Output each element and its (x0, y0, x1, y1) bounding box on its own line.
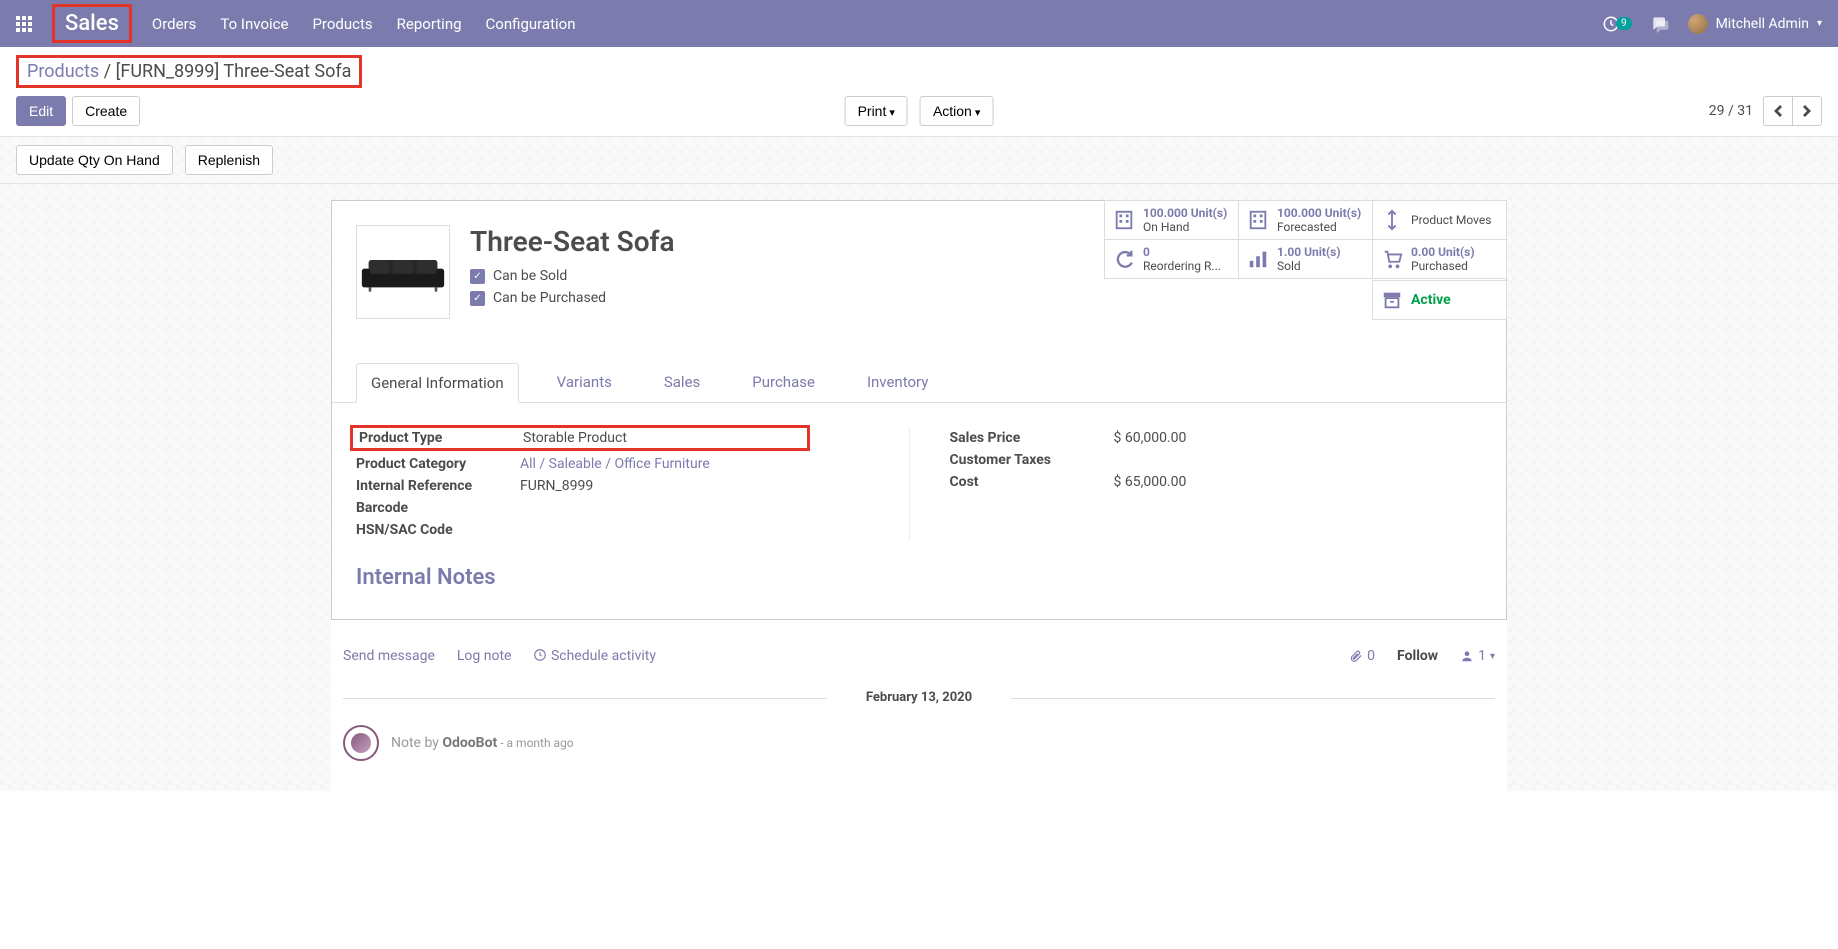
user-menu[interactable]: Mitchell Admin ▾ (1688, 14, 1822, 34)
tab-purchase[interactable]: Purchase (738, 363, 829, 402)
schedule-activity-button[interactable]: Schedule activity (533, 648, 656, 664)
message-item: Note by OdooBot - a month ago (343, 715, 1495, 771)
date-separator: February 13, 2020 (343, 690, 1495, 705)
paperclip-icon (1349, 649, 1363, 663)
nav-configuration[interactable]: Configuration (486, 15, 576, 33)
stat-product-moves[interactable]: Product Moves (1372, 200, 1507, 240)
stat-purchased[interactable]: 0.00 Unit(s)Purchased (1372, 239, 1507, 279)
general-info-page: Product Type Storable Product Product Ca… (332, 403, 1506, 565)
category-link[interactable]: All / Saleable / Office Furniture (520, 456, 710, 472)
sofa-icon (360, 248, 446, 296)
building-icon (1247, 209, 1269, 231)
product-image[interactable] (356, 225, 450, 319)
tab-general-information[interactable]: General Information (356, 363, 519, 403)
can-be-sold-field: ✓ Can be Sold (470, 268, 675, 284)
sales-price-field: Sales Price $ 60,000.00 (950, 427, 1483, 449)
product-name: Three-Seat Sofa (470, 225, 675, 258)
action-dropdown[interactable]: Action (920, 96, 994, 126)
hsn-field: HSN/SAC Code (356, 519, 889, 541)
product-category-field: Product Category All / Saleable / Office… (356, 453, 889, 475)
breadcrumb: Products / [FURN_8999] Three-Seat Sofa (16, 55, 362, 88)
stat-active-toggle[interactable]: Active (1372, 280, 1507, 320)
stat-sold[interactable]: 1.00 Unit(s)Sold (1238, 239, 1373, 279)
pager: 29 / 31 (1709, 96, 1822, 126)
cart-icon (1381, 248, 1403, 270)
caret-down-icon: ▾ (1490, 651, 1495, 662)
pager-text: 29 / 31 (1709, 103, 1753, 119)
send-message-button[interactable]: Send message (343, 648, 435, 664)
top-navbar: Sales Orders To Invoice Products Reporti… (0, 0, 1838, 47)
nav-menu: Orders To Invoice Products Reporting Con… (152, 15, 576, 33)
notebook-tabs: General Information Variants Sales Purch… (332, 363, 1506, 403)
customer-taxes-field: Customer Taxes (950, 449, 1483, 471)
barcode-field: Barcode (356, 497, 889, 519)
stat-forecasted[interactable]: 100.000 Unit(s)Forecasted (1238, 200, 1373, 240)
breadcrumb-current: [FURN_8999] Three-Seat Sofa (116, 61, 352, 82)
nav-reporting[interactable]: Reporting (397, 15, 462, 33)
tab-inventory[interactable]: Inventory (853, 363, 942, 402)
form-sheet: 100.000 Unit(s)On Hand 100.000 Unit(s)Fo… (331, 200, 1507, 620)
sheet-background: 100.000 Unit(s)On Hand 100.000 Unit(s)Fo… (0, 184, 1838, 791)
replenish-button[interactable]: Replenish (185, 145, 273, 175)
caret-down-icon: ▾ (1817, 18, 1822, 29)
note-author[interactable]: OdooBot (442, 735, 497, 751)
follow-button[interactable]: Follow (1397, 648, 1438, 664)
control-panel: Products / [FURN_8999] Three-Seat Sofa E… (0, 47, 1838, 137)
can-be-purchased-field: ✓ Can be Purchased (470, 290, 675, 306)
internal-reference-field: Internal Reference FURN_8999 (356, 475, 889, 497)
create-button[interactable]: Create (72, 96, 140, 126)
user-icon (1460, 649, 1474, 663)
cost-field: Cost $ 65,000.00 (950, 471, 1483, 493)
chatter: Send message Log note Schedule activity … (331, 620, 1507, 791)
checkbox-checked-icon[interactable]: ✓ (470, 269, 485, 284)
update-qty-button[interactable]: Update Qty On Hand (16, 145, 173, 175)
bot-avatar-icon (343, 725, 379, 761)
apps-launcher-icon[interactable] (16, 16, 32, 32)
tab-variants[interactable]: Variants (543, 363, 626, 402)
refresh-icon (1113, 248, 1135, 270)
product-type-field: Product Type Storable Product (350, 425, 810, 451)
log-note-button[interactable]: Log note (457, 648, 512, 664)
attachments-count[interactable]: 0 (1349, 648, 1375, 664)
building-icon (1113, 209, 1135, 231)
app-brand[interactable]: Sales (52, 4, 132, 43)
edit-button[interactable]: Edit (16, 96, 66, 126)
clock-icon (533, 648, 547, 662)
sync-count-badge: 9 (1616, 17, 1632, 30)
checkbox-checked-icon[interactable]: ✓ (470, 291, 485, 306)
tab-sales[interactable]: Sales (650, 363, 714, 402)
exchange-icon (1381, 209, 1403, 231)
followers-dropdown[interactable]: 1 ▾ (1460, 648, 1495, 664)
stat-button-box: 100.000 Unit(s)On Hand 100.000 Unit(s)Fo… (1087, 200, 1507, 278)
status-button-row: Update Qty On Hand Replenish (0, 137, 1838, 184)
nav-orders[interactable]: Orders (152, 15, 197, 33)
nav-to-invoice[interactable]: To Invoice (220, 15, 288, 33)
stat-reordering[interactable]: 0Reordering R... (1104, 239, 1239, 279)
stat-on-hand[interactable]: 100.000 Unit(s)On Hand (1104, 200, 1239, 240)
user-avatar-icon (1688, 14, 1708, 34)
conversations-icon[interactable] (1650, 14, 1670, 34)
pager-next-button[interactable] (1792, 96, 1822, 126)
user-name: Mitchell Admin (1716, 16, 1809, 32)
archive-icon (1381, 289, 1403, 311)
pager-prev-button[interactable] (1763, 96, 1793, 126)
sync-indicator[interactable]: 9 (1602, 15, 1632, 33)
breadcrumb-parent[interactable]: Products (27, 61, 99, 82)
print-dropdown[interactable]: Print (845, 96, 908, 126)
bar-chart-icon (1247, 248, 1269, 270)
internal-notes-heading: Internal Notes (332, 565, 1506, 614)
nav-products[interactable]: Products (312, 15, 372, 33)
